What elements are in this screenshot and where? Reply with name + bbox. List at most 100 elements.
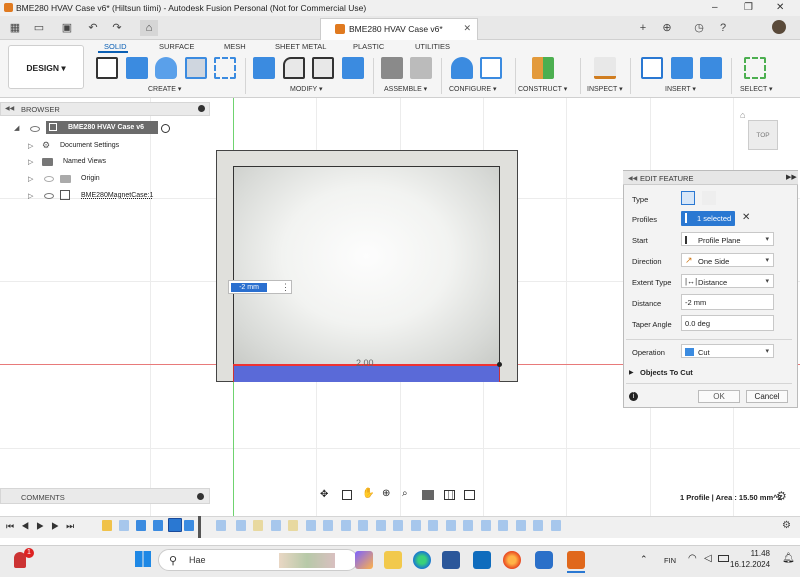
close-tab-icon[interactable]: ✕ [463, 23, 471, 34]
expand-icon[interactable]: ▷ [28, 158, 33, 166]
comments-panel[interactable]: COMMENTS [0, 488, 210, 504]
timeline-feature[interactable] [498, 520, 508, 531]
zoom-icon[interactable]: ⊕ [382, 488, 390, 499]
timeline-feature[interactable] [358, 520, 368, 531]
timeline-feature[interactable] [411, 520, 421, 531]
save-icon[interactable]: ▣ [58, 20, 76, 36]
browser-root[interactable]: BME280 HVAV Case v6 [46, 121, 158, 134]
look-at-icon[interactable] [342, 490, 352, 500]
timeline-feature[interactable] [341, 520, 351, 531]
clear-selection-icon[interactable]: ✕ [742, 212, 750, 223]
revolve-icon[interactable] [155, 57, 177, 79]
timeline-feature[interactable] [119, 520, 129, 531]
new-tab-icon[interactable]: + [634, 20, 652, 36]
copilot-icon[interactable] [355, 551, 373, 569]
timeline-feature[interactable] [481, 520, 491, 531]
case-cavity[interactable] [233, 166, 500, 366]
select-icon[interactable] [744, 57, 766, 79]
expand-icon[interactable]: ◢ [14, 124, 19, 132]
measure-icon[interactable] [594, 57, 616, 79]
insert-canvas-icon[interactable] [700, 57, 722, 79]
activate-radio-icon[interactable] [161, 124, 170, 133]
ok-button[interactable]: OK [698, 390, 740, 403]
tab-utilities[interactable]: UTILITIES [415, 42, 450, 51]
objects-to-cut-toggle[interactable]: Objects To Cut [640, 368, 693, 377]
browser-item-document-settings[interactable]: Document Settings [60, 142, 119, 149]
notifications-bell-icon[interactable]: 🔔︎ [782, 553, 795, 564]
profiles-selection[interactable]: 1 selected [681, 211, 735, 226]
browser-item-magnet-case[interactable]: BME280MagnetCase:1 [81, 192, 153, 199]
timeline-feature[interactable] [153, 520, 163, 531]
thin-extrude-icon[interactable] [702, 191, 716, 205]
wifi-icon[interactable]: ◠ [688, 553, 697, 564]
notifications-icon[interactable]: ◷ [690, 20, 708, 36]
more-options-icon[interactable]: ⋮ [281, 282, 290, 293]
close-button[interactable]: ✕ [776, 2, 784, 13]
edit-feature-header[interactable]: ◀◀ EDIT FEATURE ▶▶ [623, 171, 798, 185]
timeline-playback-controls[interactable]: ⏮◀▶▶⏭ [6, 521, 81, 532]
home-view-icon[interactable]: ⌂ [740, 110, 745, 120]
direction-select[interactable]: ↗ One Side ▾ [681, 253, 774, 267]
store-icon[interactable] [442, 551, 460, 569]
extensions-icon[interactable]: ⊕ [658, 20, 676, 36]
collapse-icon[interactable]: ◀◀ [628, 175, 637, 182]
maximize-button[interactable]: ❐ [744, 2, 753, 13]
browser-close-icon[interactable] [198, 105, 205, 112]
start-select[interactable]: Profile Plane ▾ [681, 232, 774, 246]
timeline-feature[interactable] [216, 520, 226, 531]
group-configure[interactable]: CONFIGURE ▾ [449, 85, 496, 93]
timeline-settings-icon[interactable]: ⚙ [782, 520, 791, 531]
fit-icon[interactable]: ⌕ [402, 488, 408, 499]
combine-icon[interactable] [342, 57, 364, 79]
settings-gear-icon[interactable]: ⚙ [776, 489, 787, 503]
collapse-icon[interactable]: ◀◀ [5, 105, 14, 112]
browser-item-named-views[interactable]: Named Views [63, 158, 106, 165]
timeline-feature[interactable] [551, 520, 561, 531]
timeline-feature[interactable] [323, 520, 333, 531]
taskbar-clock[interactable]: 11.48 16.12.2024 [730, 548, 770, 570]
create-sketch-icon[interactable] [96, 57, 118, 79]
expand-icon[interactable]: ▷ [28, 142, 33, 150]
fillet-icon[interactable] [283, 57, 305, 79]
volume-icon[interactable]: ◁ [704, 553, 712, 564]
timeline-feature[interactable] [376, 520, 386, 531]
press-pull-icon[interactable] [253, 57, 275, 79]
extent-type-select[interactable]: |↔| Distance ▾ [681, 274, 774, 288]
visibility-eye-icon[interactable] [30, 126, 40, 132]
timeline-feature[interactable] [393, 520, 403, 531]
taskbar-search[interactable]: ⚲ Hae [158, 549, 358, 571]
timeline-feature[interactable] [288, 520, 298, 531]
browser-header[interactable]: ◀◀ BROWSER [0, 102, 210, 116]
viewcube[interactable]: TOP [748, 120, 778, 150]
distance-input[interactable]: -2 mm [681, 294, 774, 310]
timeline-feature[interactable] [236, 520, 246, 531]
tab-solid[interactable]: SOLID [104, 42, 127, 51]
timeline-feature[interactable] [306, 520, 316, 531]
group-inspect[interactable]: INSPECT ▾ [587, 85, 623, 93]
orbit-icon[interactable]: ✥ [320, 489, 328, 500]
timeline-feature[interactable] [533, 520, 543, 531]
extrude-type-icon[interactable] [681, 191, 695, 205]
new-component-icon[interactable] [381, 57, 403, 79]
timeline-feature[interactable] [136, 520, 146, 531]
distance-manipulator-input[interactable]: -2 mm [231, 283, 267, 292]
offset-plane-icon[interactable] [532, 57, 554, 79]
timeline-feature[interactable] [184, 520, 194, 531]
tray-overflow-icon[interactable]: ⌃ [640, 554, 648, 565]
display-settings-icon[interactable] [422, 490, 434, 500]
app-c-icon[interactable] [535, 551, 553, 569]
timeline-feature[interactable] [271, 520, 281, 531]
dimension-input-box[interactable]: -2 mm ⋮ [228, 280, 292, 294]
group-create[interactable]: CREATE ▾ [148, 85, 181, 93]
language-indicator[interactable]: FIN [664, 556, 676, 565]
battery-icon[interactable] [718, 555, 729, 562]
fusion-taskbar-icon[interactable] [567, 551, 585, 569]
timeline-feature[interactable] [463, 520, 473, 531]
pattern-icon[interactable] [214, 57, 236, 79]
firefox-icon[interactable] [503, 551, 521, 569]
grid-settings-icon[interactable] [444, 490, 455, 500]
chevron-right-icon[interactable]: ▶ [629, 369, 634, 376]
group-select[interactable]: SELECT ▾ [740, 85, 773, 93]
insert-derive-icon[interactable] [641, 57, 663, 79]
start-icon[interactable] [135, 551, 151, 567]
